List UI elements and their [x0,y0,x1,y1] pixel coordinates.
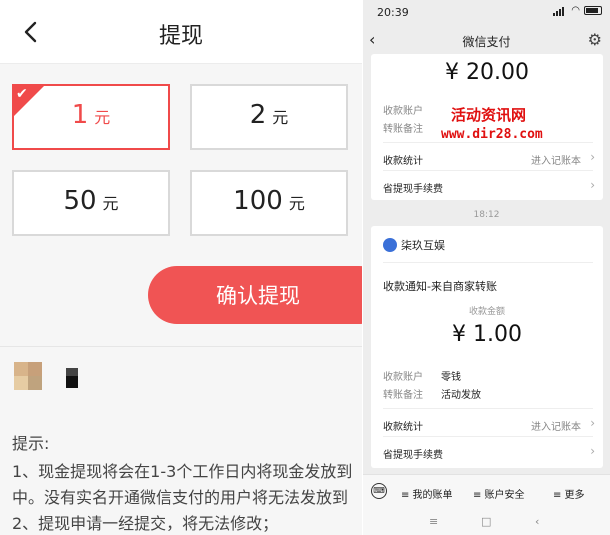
watermark-url: www.dir28.com [441,127,543,142]
home-icon[interactable]: □ [481,515,491,528]
chevron-right-icon: › [590,444,595,458]
time-separator: 18:12 [473,210,500,220]
nav-title: 微信支付 [462,35,511,49]
bottom-menu-bar: ⌨ ≡ 我的账单 ≡ 账户安全 ≡ 更多 [363,474,610,510]
chevron-right-icon: › [590,178,595,192]
withdraw-page: 提现 ✔ 1 元 2 元 50 元 100 元 确认提现 提示: 1、现金提现将… [0,0,362,535]
blurred-image [66,368,78,388]
note-label: 转账备注 [383,124,423,135]
stats-label[interactable]: 收款统计 [383,152,423,167]
amount-value: 2 [249,100,267,130]
account-label: 收款账户 [383,372,423,383]
divider [383,170,593,171]
tip-line: 2、提现申请一经提交，将无法修改； [12,514,279,533]
screenshot-root: 提现 ✔ 1 元 2 元 50 元 100 元 确认提现 提示: 1、现金提现将… [0,0,610,535]
confirm-withdraw-button[interactable]: 确认提现 [148,266,362,324]
wechat-nav: ‹ 微信支付 ⚙ [363,28,610,54]
amount-unit: 元 [102,194,119,213]
divider [0,346,362,347]
ledger-link[interactable]: 进入记账本 [531,152,581,167]
payment-amount: ¥ 20.00 [445,60,529,85]
back-nav-icon[interactable]: ‹ [535,515,539,528]
menu-account-security[interactable]: ≡ 账户安全 [473,486,525,501]
amount-value: 50 [63,186,97,216]
stats-label[interactable]: 收款统计 [383,418,423,433]
divider [383,436,593,437]
amount-unit: 元 [288,194,305,213]
gear-icon[interactable]: ⚙ [588,30,602,49]
tip-line: 1、现金提现将会在1-3个工作日内将现金发放到 [12,462,353,481]
amount-value: 1 [71,100,89,130]
fee-label[interactable]: 省提现手续费 [383,180,443,195]
amount-option-2[interactable]: 2 元 [190,84,348,150]
divider [383,142,593,143]
ledger-link[interactable]: 进入记账本 [531,418,581,433]
amount-unit: 元 [272,108,289,127]
signal-icon [553,6,567,16]
amount-option-1[interactable]: ✔ 1 元 [12,84,170,150]
brand-logo-icon [383,238,397,252]
fee-label[interactable]: 省提现手续费 [383,446,443,461]
amount-label: 收款金额 [468,307,505,317]
note-value: 活动发放 [441,390,481,401]
account-label: 收款账户 [383,106,423,117]
wifi-icon: ◠ [571,5,580,16]
watermark-title: 活动资讯网 [451,106,527,124]
note-label: 转账备注 [383,390,423,401]
chevron-right-icon: › [590,150,595,164]
withdraw-header: 提现 [0,0,362,64]
account-value: 零钱 [441,372,461,383]
divider [383,262,593,263]
amount-option-50[interactable]: 50 元 [12,170,170,236]
brand-name: 柒玖互娱 [401,239,445,252]
tips-title: 提示: [12,434,50,453]
page-title: 提现 [158,24,203,49]
amount-value: 100 [233,186,283,216]
keyboard-icon[interactable]: ⌨ [371,483,387,499]
notice-title: 收款通知-来自商家转账 [383,280,497,293]
battery-icon [584,6,602,15]
payment-amount: ¥ 1.00 [452,322,522,347]
check-icon: ✔ [16,86,28,102]
chevron-right-icon: › [590,416,595,430]
menu-more[interactable]: ≡ 更多 [553,486,585,501]
wechat-pay-page: 20:39 ◠ ‹ 微信支付 ⚙ ¥ 20.00 收款账户 转账备注 收款统计 … [363,0,610,535]
payment-card-2: 柒玖互娱 收款通知-来自商家转账 收款金额 ¥ 1.00 收款账户 零钱 转账备… [371,226,603,468]
menu-my-bills[interactable]: ≡ 我的账单 [401,486,453,501]
amount-unit: 元 [94,108,111,127]
amount-option-100[interactable]: 100 元 [190,170,348,236]
tip-line: 中。没有实名开通微信支付的用户将无法发放到 [12,488,349,507]
system-nav-bar: ≡ □ ‹ [363,510,610,535]
blurred-avatar [14,362,42,390]
recent-apps-icon[interactable]: ≡ [429,515,438,528]
status-bar: 20:39 ◠ [363,0,610,24]
status-icons: ◠ [553,5,602,16]
status-time: 20:39 [377,6,409,19]
divider [383,408,593,409]
